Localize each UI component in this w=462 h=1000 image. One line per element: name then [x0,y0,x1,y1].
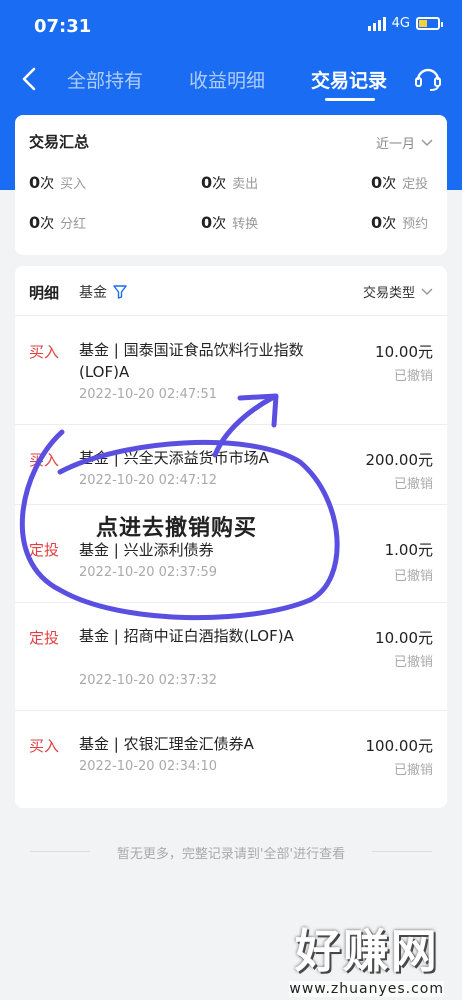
trade-date: 2022-10-20 02:34:10 [79,759,218,774]
back-arrow-icon[interactable] [18,64,44,94]
trade-status: 已撤销 [393,655,433,670]
top-navbar: 全部持有 收益明细 交易记录 [0,54,462,104]
trade-status: 已撤销 [393,477,433,492]
trade-type: 买入 [29,343,60,361]
tab-all-holdings[interactable]: 全部持有 [67,66,143,93]
trade-type: 定投 [29,629,60,647]
trade-summary-card: 交易汇总 近一月 0次 买入 0次 卖出 0次 定投 0次 分红 0次 转换 0次 预约 [15,115,447,255]
detail-header: 明细 基金 交易类型 [15,266,447,316]
tab-trade-records[interactable]: 交易记录 [311,66,387,93]
trade-amount: 10.00元 [375,343,433,361]
no-more-note: 暂无更多，完整记录请到'全部'进行查看 [0,843,462,862]
trade-row[interactable]: 买入 基金 | 农银汇理金汇债券A 2022-10-20 02:34:10 10… [15,711,447,808]
trade-date: 2022-10-20 02:37:32 [79,673,218,688]
trade-amount: 10.00元 [375,629,433,647]
trade-type: 定投 [29,541,60,559]
stat-sell: 0次 卖出 [201,173,259,192]
status-bar: 07:31 4G [0,0,462,54]
status-icons: 4G [367,16,443,31]
trade-row[interactable]: 买入 基金 | 兴全天添益货币市场A 2022-10-20 02:47:12 2… [15,425,447,505]
fund-name: 基金 | 兴业添利债券 [79,541,214,559]
battery-icon [416,17,443,30]
divider [30,851,90,852]
stat-convert: 0次 转换 [201,213,259,232]
trade-status: 已撤销 [393,763,433,778]
active-tab-indicator [325,98,375,101]
fund-filter-label: 基金 [79,285,107,301]
summary-title: 交易汇总 [29,133,90,151]
status-time: 07:31 [34,16,92,37]
trade-date: 2022-10-20 02:37:59 [79,565,218,580]
trade-amount: 1.00元 [384,541,433,559]
detail-title: 明细 [29,284,60,302]
trade-type-label: 交易类型 [362,286,415,301]
stat-buy: 0次 买入 [29,173,87,192]
chevron-down-icon [421,138,433,146]
divider [372,851,432,852]
watermark: 好赚网 www.zhuanyes.com [289,915,444,997]
trade-type: 买入 [29,737,60,755]
watermark-url: www.zhuanyes.com [289,981,444,997]
stat-dividend: 0次 分红 [29,213,87,232]
fund-name: 基金 | 招商中证白酒指数(LOF)A [79,627,294,645]
period-selector[interactable]: 近一月 [376,133,433,152]
fund-name: 基金 | 兴全天添益货币市场A [79,449,269,467]
stat-auto-invest: 0次 定投 [371,173,429,192]
no-more-text: 暂无更多，完整记录请到'全部'进行查看 [116,847,346,862]
annotation-text: 点进去撤销购买 [96,516,258,541]
stat-reserve: 0次 预约 [371,213,429,232]
fund-filter[interactable]: 基金 [79,282,127,302]
chevron-down-icon [421,287,433,295]
trade-type: 买入 [29,451,60,469]
trade-date: 2022-10-20 02:47:12 [79,473,218,488]
trade-type-filter[interactable]: 交易类型 [363,282,433,301]
trade-amount: 100.00元 [365,737,434,755]
trade-row[interactable]: 买入 基金 | 国泰国证食品饮料行业指数(LOF)A 2022-10-20 02… [15,317,447,425]
fund-name: 基金 | 农银汇理金汇债券A [79,735,254,753]
signal-icon [367,16,386,31]
network-type: 4G [391,16,410,31]
period-label: 近一月 [375,137,415,152]
filter-funnel-icon [113,285,127,299]
tab-earnings-detail[interactable]: 收益明细 [189,66,265,93]
fund-name: 基金 | 国泰国证食品饮料行业指数(LOF)A [79,341,304,381]
customer-service-icon[interactable] [412,62,444,94]
trade-amount: 200.00元 [365,451,434,469]
trade-status: 已撤销 [393,369,433,384]
watermark-brand: 好赚网 [294,924,439,978]
trade-status: 已撤销 [393,569,433,584]
trade-row[interactable]: 定投 基金 | 招商中证白酒指数(LOF)A 2022-10-20 02:37:… [15,603,447,711]
trade-date: 2022-10-20 02:47:51 [79,387,218,402]
